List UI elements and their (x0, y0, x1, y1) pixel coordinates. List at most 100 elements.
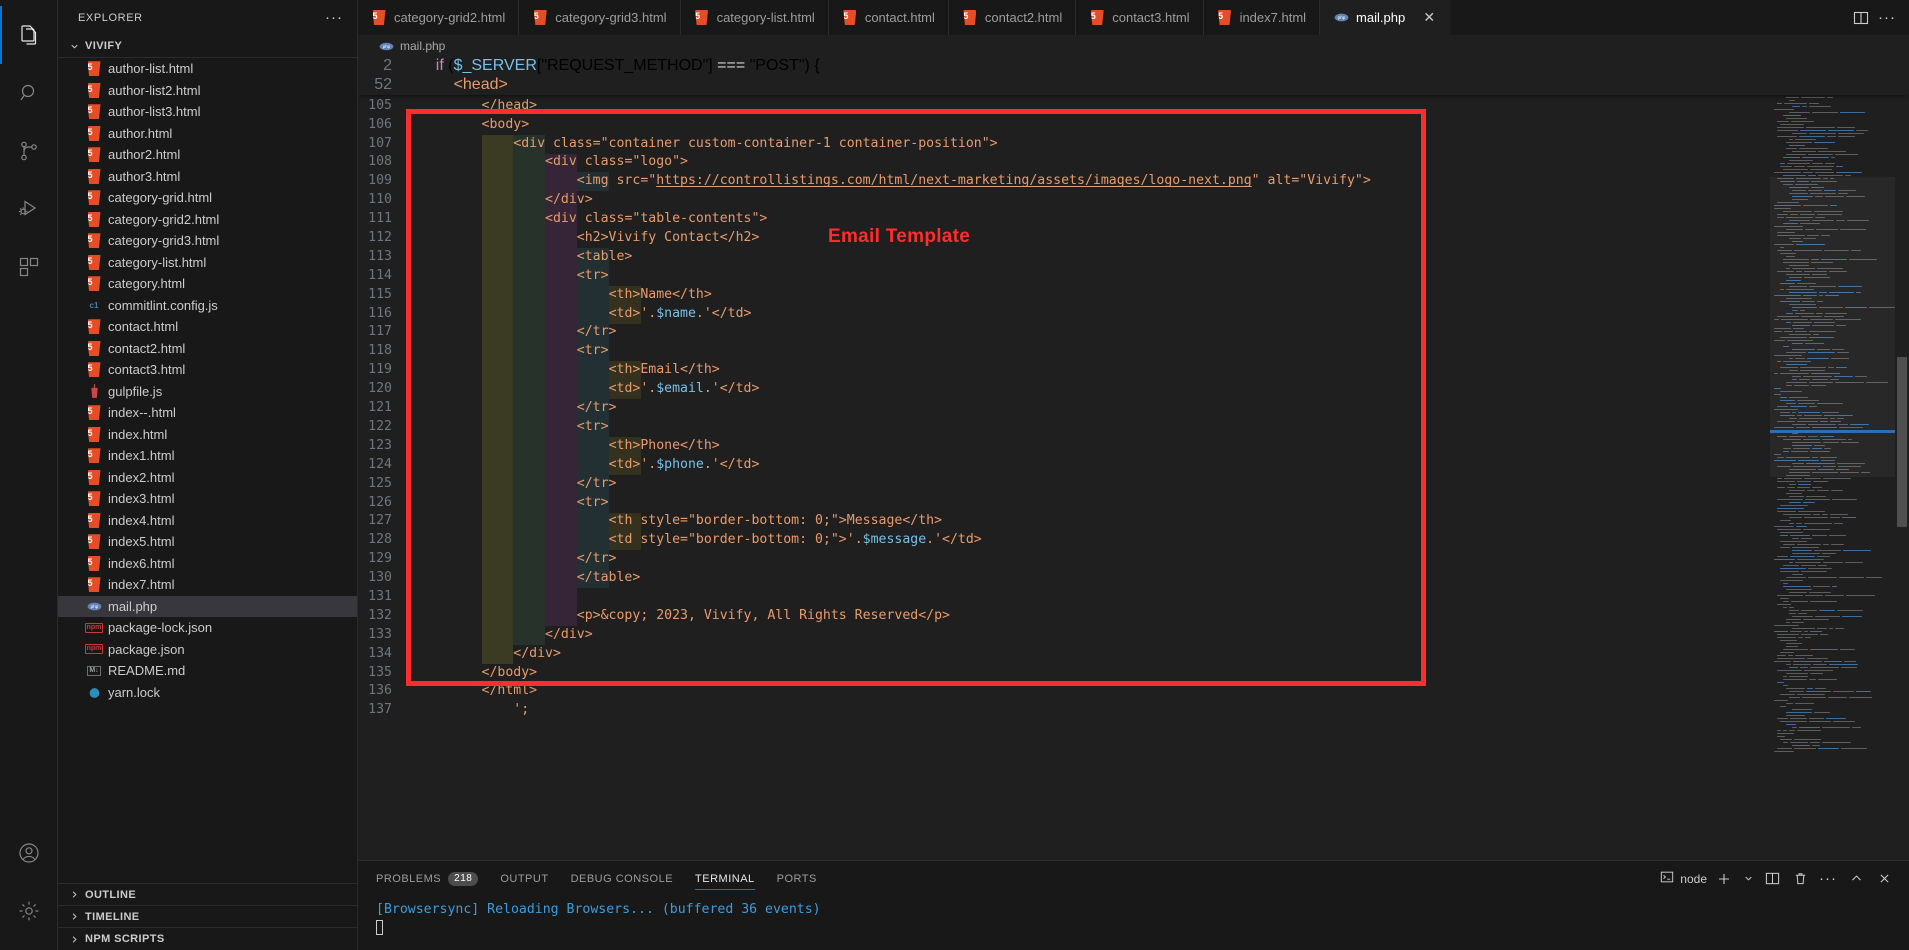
activitybar-run-and-debug[interactable] (0, 180, 58, 238)
file-tree-item[interactable]: 5 category-grid3.html (58, 230, 357, 252)
file-tree-item[interactable]: 5 index4.html (58, 510, 357, 532)
file-tree-item[interactable]: yarn.lock (58, 682, 357, 704)
activitybar-explorer[interactable] (0, 6, 58, 64)
panel-tab[interactable]: DEBUG CONSOLE (571, 861, 673, 896)
file-tree-item[interactable]: 5 contact3.html (58, 359, 357, 381)
code-line[interactable]: 136 </html> (358, 682, 1909, 701)
sidebar-panel-timeline[interactable]: TIMELINE (58, 906, 357, 928)
file-tree-item[interactable]: c1 commitlint.config.js (58, 295, 357, 317)
editor-tabs[interactable]: 5 category-grid2.html 5 category-grid3.html… (358, 0, 1839, 35)
file-tree-item[interactable]: 5 index--.html (58, 402, 357, 424)
panel-tab[interactable]: PROBLEMS 218 (376, 861, 479, 896)
file-tree-item[interactable]: 5 index1.html (58, 445, 357, 467)
activitybar-source-control[interactable] (0, 122, 58, 180)
code-line[interactable]: 117 </tr> (358, 323, 1909, 342)
code-line[interactable]: 132 <p>&copy; 2023, Vivify, All Rights R… (358, 607, 1909, 626)
editor-tab[interactable]: 5 category-list.html (680, 0, 829, 35)
code-line[interactable]: 127 <th style="border-bottom: 0;">Messag… (358, 512, 1909, 531)
file-tree[interactable]: 5 author-list.html 5 author-list2.html 5 auth… (58, 57, 357, 883)
code-line[interactable]: 123 <th>Phone</th> (358, 437, 1909, 456)
file-tree-item[interactable]: php mail.php (58, 595, 357, 617)
file-tree-item[interactable]: 5 category-grid.html (58, 187, 357, 209)
code-line[interactable]: 134 </div> (358, 645, 1909, 664)
terminal-output-area[interactable]: [Browsersync] Reloading Browsers... (buf… (358, 896, 1909, 950)
panel-tabs[interactable]: PROBLEMS 218 OUTPUT DEBUG CONSOLE TERMINAL PO… (358, 861, 1909, 896)
file-tree-item[interactable]: 5 author-list.html (58, 58, 357, 80)
code-editor[interactable]: 2 if ($_SERVER["REQUEST_METHOD"] === "PO… (358, 57, 1909, 860)
breadcrumb[interactable]: php mail.php (358, 35, 1909, 57)
code-line[interactable]: 108 <div class="logo"> (358, 153, 1909, 172)
code-line[interactable]: 119 <th>Email</th> (358, 361, 1909, 380)
editor-scrollbar-thumb[interactable] (1897, 357, 1907, 527)
more-actions-icon[interactable]: ··· (1875, 6, 1899, 30)
code-line[interactable]: 130 </table> (358, 569, 1909, 588)
code-line[interactable]: 109 <img src="https://controllistings.co… (358, 172, 1909, 191)
editor-tab[interactable]: php mail.php ✕ (1320, 0, 1451, 35)
file-tree-item[interactable]: 5 index5.html (58, 531, 357, 553)
file-tree-item[interactable]: 5 author3.html (58, 166, 357, 188)
code-line[interactable]: 115 <th>Name</th> (358, 286, 1909, 305)
close-panel-icon[interactable] (1873, 868, 1895, 890)
editor-tab[interactable]: 5 category-grid2.html (358, 0, 520, 35)
file-tree-item[interactable]: 5 category.html (58, 273, 357, 295)
file-tree-item[interactable]: 5 category-grid2.html (58, 209, 357, 231)
file-tree-item[interactable]: 5 index.html (58, 424, 357, 446)
code-line[interactable]: 131 (358, 588, 1909, 607)
code-line[interactable]: 125 </tr> (358, 475, 1909, 494)
editor-tab[interactable]: 5 category-grid3.html (519, 0, 681, 35)
editor-tab[interactable]: 5 contact3.html (1076, 0, 1204, 35)
file-tree-item[interactable]: 5 index7.html (58, 574, 357, 596)
chevron-down-icon[interactable] (1741, 868, 1755, 890)
terminal-shell-selector[interactable]: node (1660, 868, 1707, 890)
code-line[interactable]: 107 <div class="container custom-contain… (358, 135, 1909, 154)
code-line[interactable]: 114 <tr> (358, 267, 1909, 286)
code-line[interactable]: 121 </tr> (358, 399, 1909, 418)
file-tree-item[interactable]: npm package-lock.json (58, 617, 357, 639)
editor-tab[interactable]: 5 contact2.html (948, 0, 1077, 35)
file-tree-item[interactable]: 5 index3.html (58, 488, 357, 510)
code-content[interactable]: 105 </head> 106 <body> 107 <div class="con… (358, 57, 1909, 860)
code-line[interactable]: 105 </head> (358, 97, 1909, 116)
editor-tab[interactable]: 5 index7.html (1203, 0, 1321, 35)
editor-minimap[interactable] (1770, 57, 1895, 860)
file-tree-item[interactable]: 5 author-list3.html (58, 101, 357, 123)
code-line[interactable]: 126 <tr> (358, 494, 1909, 513)
explorer-folder-vivify[interactable]: VIVIFY (58, 35, 357, 57)
file-tree-item[interactable]: 5 contact2.html (58, 338, 357, 360)
code-line[interactable]: 129 </tr> (358, 550, 1909, 569)
file-tree-item[interactable]: 5 index6.html (58, 553, 357, 575)
panel-tab[interactable]: TERMINAL (695, 861, 755, 896)
file-tree-item[interactable]: 5 author2.html (58, 144, 357, 166)
code-line[interactable]: 122 <tr> (358, 418, 1909, 437)
code-line[interactable]: 133 </div> (358, 626, 1909, 645)
file-tree-item[interactable]: npm package.json (58, 639, 357, 661)
activitybar-settings[interactable] (0, 882, 58, 940)
activitybar-accounts[interactable] (0, 824, 58, 882)
sidebar-panel-outline[interactable]: OUTLINE (58, 884, 357, 906)
file-tree-item[interactable]: 5 author-list2.html (58, 80, 357, 102)
activitybar-search[interactable] (0, 64, 58, 122)
code-line[interactable]: 110 </div> (358, 191, 1909, 210)
file-tree-item[interactable]: 5 author.html (58, 123, 357, 145)
file-tree-item[interactable]: 5 contact.html (58, 316, 357, 338)
maximize-panel-icon[interactable] (1845, 868, 1867, 890)
code-line[interactable]: 137 '; (358, 701, 1909, 720)
panel-tab[interactable]: OUTPUT (500, 861, 548, 896)
editor-tab[interactable]: 5 contact.html (828, 0, 949, 35)
code-line[interactable]: 124 <td>'.$phone.'</td> (358, 456, 1909, 475)
code-line[interactable]: 128 <td style="border-bottom: 0;">'.$mes… (358, 531, 1909, 550)
code-line[interactable]: 116 <td>'.$name.'</td> (358, 305, 1909, 324)
code-line[interactable]: 120 <td>'.$email.'</td> (358, 380, 1909, 399)
kill-terminal-icon[interactable] (1789, 868, 1811, 890)
new-terminal-icon[interactable] (1713, 868, 1735, 890)
explorer-more-actions-icon[interactable]: ··· (319, 10, 349, 25)
close-icon[interactable]: ✕ (1422, 9, 1436, 26)
code-line[interactable]: 113 <table> (358, 248, 1909, 267)
file-tree-item[interactable]: 5 index2.html (58, 467, 357, 489)
file-tree-item[interactable]: gulpfile.js (58, 381, 357, 403)
sidebar-panel-npm-scripts[interactable]: NPM SCRIPTS (58, 928, 357, 950)
activitybar-extensions[interactable] (0, 238, 58, 296)
panel-tab[interactable]: PORTS (777, 861, 817, 896)
file-tree-item[interactable]: 5 category-list.html (58, 252, 357, 274)
code-line[interactable]: 112 <h2>Vivify Contact</h2> (358, 229, 1909, 248)
